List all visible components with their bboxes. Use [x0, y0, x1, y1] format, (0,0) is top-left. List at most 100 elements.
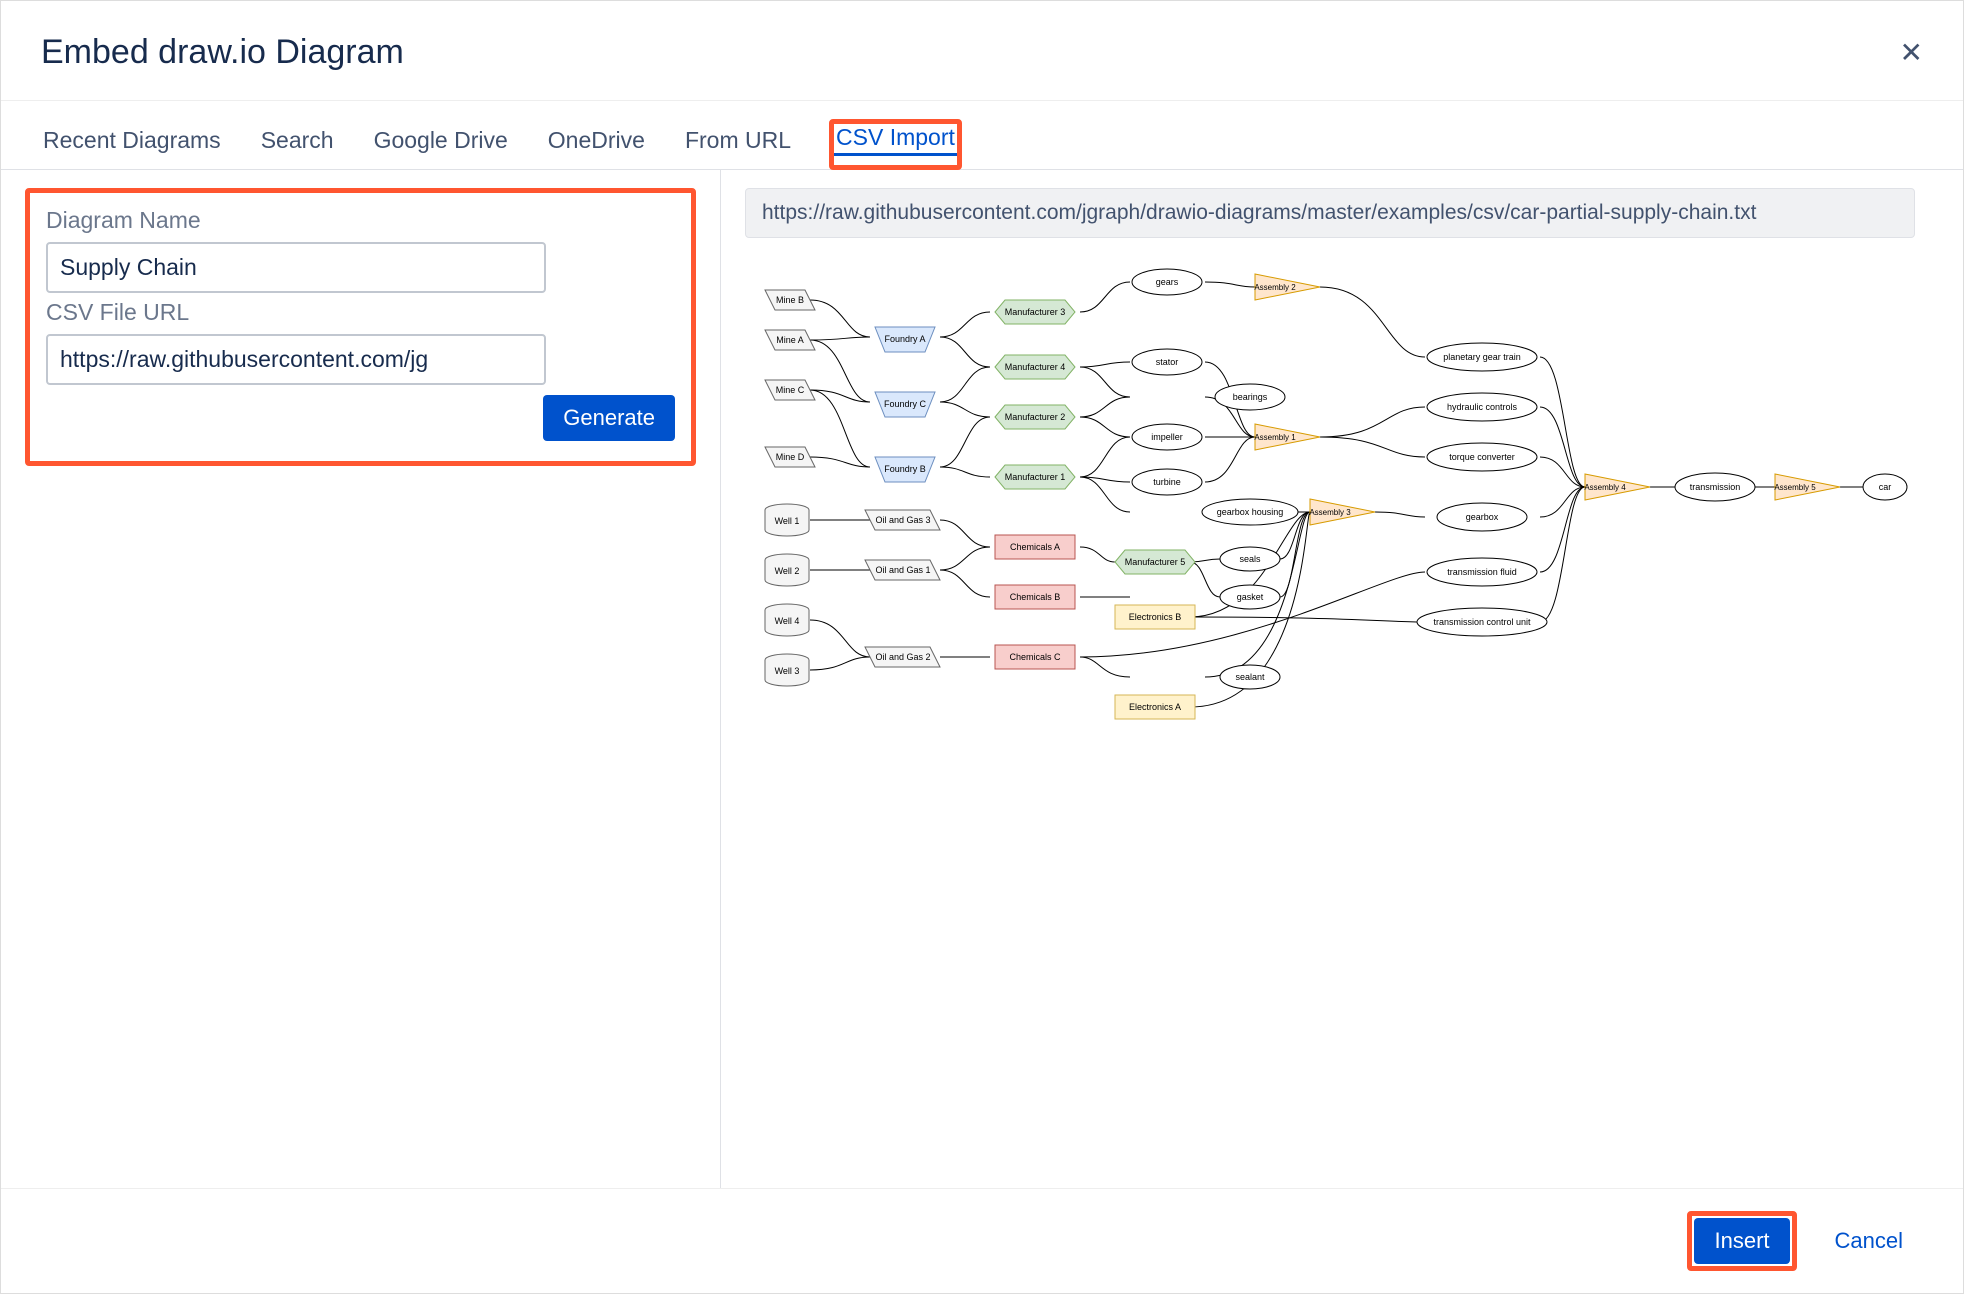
diagram-preview: Mine B Mine A Mine C Mine D Well 1 Well …	[745, 262, 1939, 1170]
node-stator: stator	[1132, 349, 1202, 375]
svg-text:Well 1: Well 1	[775, 516, 800, 526]
tab-recent-diagrams[interactable]: Recent Diagrams	[41, 119, 223, 169]
svg-text:stator: stator	[1156, 357, 1179, 367]
svg-text:gearbox housing: gearbox housing	[1217, 507, 1284, 517]
node-asm-4: Assembly 4	[1584, 474, 1650, 500]
node-chem-a: Chemicals A	[995, 535, 1075, 559]
right-panel: https://raw.githubusercontent.com/jgraph…	[721, 170, 1963, 1188]
node-manuf-3: Manufacturer 3	[995, 300, 1075, 324]
node-mine-d: Mine D	[765, 447, 815, 467]
node-mine-b: Mine B	[765, 290, 815, 310]
tab-google-drive[interactable]: Google Drive	[372, 119, 510, 169]
node-hydctrl: hydraulic controls	[1427, 393, 1537, 421]
node-foundry-a: Foundry A	[875, 327, 935, 352]
diagram-name-label: Diagram Name	[46, 207, 675, 234]
node-chem-b: Chemicals B	[995, 585, 1075, 609]
node-foundry-b: Foundry B	[875, 457, 935, 482]
svg-text:Assembly 1: Assembly 1	[1254, 433, 1296, 442]
tab-onedrive[interactable]: OneDrive	[546, 119, 647, 169]
svg-text:torque converter: torque converter	[1449, 452, 1515, 462]
svg-text:Foundry B: Foundry B	[884, 464, 926, 474]
svg-text:impeller: impeller	[1151, 432, 1183, 442]
node-oilgas-1: Oil and Gas 1	[865, 560, 940, 580]
svg-text:Assembly 3: Assembly 3	[1309, 508, 1351, 517]
insert-button[interactable]: Insert	[1694, 1218, 1789, 1264]
svg-text:Chemicals B: Chemicals B	[1010, 592, 1061, 602]
svg-text:gearbox: gearbox	[1466, 512, 1499, 522]
node-gasket: gasket	[1220, 585, 1280, 609]
generate-button[interactable]: Generate	[543, 395, 675, 441]
svg-text:Assembly 4: Assembly 4	[1584, 483, 1626, 492]
diagram-name-input[interactable]	[46, 242, 546, 293]
node-asm-5: Assembly 5	[1774, 474, 1840, 500]
node-manuf-5: Manufacturer 5	[1115, 550, 1195, 574]
node-impeller: impeller	[1132, 424, 1202, 450]
tab-csv-import[interactable]: CSV Import	[834, 124, 957, 156]
svg-text:planetary gear train: planetary gear train	[1443, 352, 1521, 362]
tab-search[interactable]: Search	[259, 119, 336, 169]
svg-text:Well 2: Well 2	[775, 566, 800, 576]
svg-text:Electronics B: Electronics B	[1129, 612, 1182, 622]
svg-text:sealant: sealant	[1235, 672, 1265, 682]
cancel-button[interactable]: Cancel	[1815, 1218, 1923, 1264]
node-bearings: bearings	[1215, 384, 1285, 410]
left-panel: Diagram Name CSV File URL Generate	[1, 170, 721, 1188]
node-gearbox: gearbox	[1437, 503, 1527, 531]
svg-text:Oil and Gas 3: Oil and Gas 3	[875, 515, 930, 525]
svg-text:Chemicals C: Chemicals C	[1009, 652, 1061, 662]
node-oilgas-3: Oil and Gas 3	[865, 510, 940, 530]
svg-text:bearings: bearings	[1233, 392, 1268, 402]
svg-text:Mine B: Mine B	[776, 295, 804, 305]
close-button[interactable]: ✕	[1900, 36, 1923, 69]
svg-text:Manufacturer 1: Manufacturer 1	[1005, 472, 1066, 482]
highlight-insert: Insert	[1687, 1211, 1796, 1271]
tab-bar: Recent Diagrams Search Google Drive OneD…	[1, 101, 1963, 170]
svg-text:Mine C: Mine C	[776, 385, 805, 395]
node-sealant: sealant	[1220, 665, 1280, 689]
node-well-2: Well 2	[765, 554, 809, 586]
node-well-4: Well 4	[765, 604, 809, 636]
csv-url-label: CSV File URL	[46, 299, 675, 326]
svg-text:transmission fluid: transmission fluid	[1447, 567, 1517, 577]
svg-text:Chemicals A: Chemicals A	[1010, 542, 1060, 552]
csv-url-input[interactable]	[46, 334, 546, 385]
svg-text:transmission control unit: transmission control unit	[1433, 617, 1531, 627]
svg-text:Foundry C: Foundry C	[884, 399, 927, 409]
svg-text:car: car	[1879, 482, 1892, 492]
node-well-1: Well 1	[765, 504, 809, 536]
dialog-title: Embed draw.io Diagram	[41, 33, 404, 72]
svg-text:transmission: transmission	[1690, 482, 1741, 492]
node-asm-2: Assembly 2	[1254, 274, 1320, 300]
dialog-footer: Insert Cancel	[1, 1188, 1963, 1293]
svg-text:Electronics A: Electronics A	[1129, 702, 1181, 712]
main-area: Diagram Name CSV File URL Generate https…	[1, 170, 1963, 1188]
svg-text:Manufacturer 2: Manufacturer 2	[1005, 412, 1066, 422]
svg-text:Mine A: Mine A	[776, 335, 804, 345]
form-highlight: Diagram Name CSV File URL Generate	[25, 188, 696, 466]
node-asm-1: Assembly 1	[1254, 424, 1320, 450]
node-chem-c: Chemicals C	[995, 645, 1075, 669]
svg-text:Foundry A: Foundry A	[884, 334, 925, 344]
node-mine-a: Mine A	[765, 330, 815, 350]
node-elec-a: Electronics A	[1115, 695, 1195, 719]
svg-text:Oil and Gas 1: Oil and Gas 1	[875, 565, 930, 575]
node-turbine: turbine	[1132, 469, 1202, 495]
svg-text:Manufacturer 4: Manufacturer 4	[1005, 362, 1066, 372]
preview-url-bar: https://raw.githubusercontent.com/jgraph…	[745, 188, 1915, 238]
node-foundry-c: Foundry C	[875, 392, 935, 417]
node-gearhousing: gearbox housing	[1202, 499, 1298, 525]
node-manuf-4: Manufacturer 4	[995, 355, 1075, 379]
node-seals: seals	[1220, 547, 1280, 571]
node-mine-c: Mine C	[765, 380, 815, 400]
highlight-csv-tab: CSV Import	[829, 119, 962, 170]
node-elec-b: Electronics B	[1115, 605, 1195, 629]
svg-text:Assembly 5: Assembly 5	[1774, 483, 1816, 492]
svg-text:seals: seals	[1239, 554, 1261, 564]
svg-text:Oil and Gas 2: Oil and Gas 2	[875, 652, 930, 662]
node-tcu: transmission control unit	[1417, 608, 1547, 636]
svg-text:hydraulic controls: hydraulic controls	[1447, 402, 1518, 412]
tab-from-url[interactable]: From URL	[683, 119, 793, 169]
node-oilgas-2: Oil and Gas 2	[865, 647, 940, 667]
node-torque: torque converter	[1427, 443, 1537, 471]
node-manuf-2: Manufacturer 2	[995, 405, 1075, 429]
